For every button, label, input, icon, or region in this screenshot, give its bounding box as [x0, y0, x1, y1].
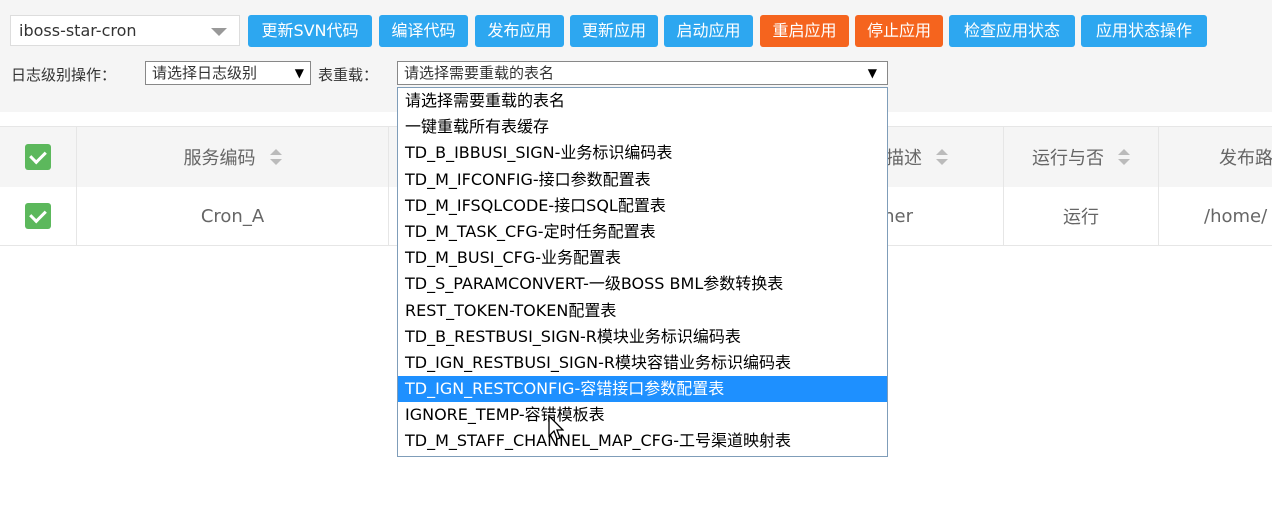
- dropdown-option[interactable]: TD_M_BUSI_CFG-业务配置表: [398, 245, 887, 271]
- dropdown-option-highlighted[interactable]: TD_IGN_RESTCONFIG-容错接口参数配置表: [398, 376, 887, 403]
- stop-app-button[interactable]: 停止应用: [855, 15, 943, 47]
- log-level-select-value: 请选择日志级别: [152, 64, 258, 82]
- dropdown-option[interactable]: 一键重载所有表缓存: [398, 114, 887, 140]
- dropdown-option[interactable]: REST_TOKEN-TOKEN配置表: [398, 298, 887, 324]
- select-all-checkbox[interactable]: [25, 144, 51, 170]
- dropdown-option[interactable]: IGNORE_TEMP-容错模板表: [398, 402, 887, 428]
- cell-running: 运行: [1004, 187, 1159, 245]
- reload-label: 表重载：: [318, 66, 379, 84]
- header-description-label: 描述: [886, 148, 922, 169]
- header-service-code-label: 服务编码: [183, 148, 256, 169]
- dropdown-arrow-icon: ▼: [867, 66, 877, 80]
- restart-app-button[interactable]: 重启应用: [760, 15, 849, 47]
- select-all-cell: [0, 127, 77, 187]
- cell-service-code: Cron_A: [77, 187, 389, 245]
- dropdown-option[interactable]: TD_B_IBBUSI_SIGN-业务标识编码表: [398, 140, 887, 166]
- header-service-code[interactable]: 服务编码: [77, 127, 389, 187]
- publish-app-button[interactable]: 发布应用: [475, 15, 564, 47]
- dropdown-option[interactable]: TD_S_PARAMCONVERT-一级BOSS BML参数转换表: [398, 271, 887, 297]
- header-running-label: 运行与否: [1032, 148, 1104, 169]
- dropdown-option[interactable]: TD_M_STAFF_CHANNEL_MAP_CFG-工号渠道映射表: [398, 428, 887, 454]
- app-select[interactable]: iboss-star-cron: [10, 15, 240, 46]
- compile-button[interactable]: 编译代码: [379, 15, 468, 47]
- dropdown-option[interactable]: TD_M_IFSQLCODE-接口SQL配置表: [398, 193, 887, 219]
- sort-icon[interactable]: [269, 149, 282, 165]
- header-publish-path-label: 发布路: [1219, 148, 1272, 169]
- log-level-select[interactable]: 请选择日志级别 ▼: [145, 61, 311, 85]
- header-running[interactable]: 运行与否: [1004, 127, 1159, 187]
- reload-table-select-value: 请选择需要重载的表名: [404, 64, 555, 82]
- app-select-value: iboss-star-cron: [19, 21, 137, 40]
- row-checkbox[interactable]: [25, 203, 51, 229]
- dropdown-option[interactable]: TD_B_RESTBUSI_SIGN-R模块业务标识编码表: [398, 324, 887, 350]
- row-checkbox-cell: [0, 187, 77, 245]
- dropdown-arrow-icon: ▼: [294, 66, 304, 80]
- reload-table-dropdown: 请选择需要重载的表名 一键重载所有表缓存 TD_B_IBBUSI_SIGN-业务…: [397, 87, 888, 457]
- dropdown-option[interactable]: TD_IGN_RESTBUSI_SIGN-R模块容错业务标识编码表: [398, 350, 887, 376]
- cell-publish-path: /home/: [1204, 205, 1268, 227]
- log-level-label: 日志级别操作：: [11, 66, 117, 84]
- start-app-button[interactable]: 启动应用: [664, 15, 753, 47]
- dropdown-option[interactable]: TD_M_TASK_CFG-定时任务配置表: [398, 219, 887, 245]
- header-publish-path[interactable]: 发布路: [1159, 127, 1272, 187]
- check-status-button[interactable]: 检查应用状态: [949, 15, 1075, 47]
- reload-table-select[interactable]: 请选择需要重载的表名 ▼: [397, 61, 888, 85]
- sort-icon[interactable]: [1118, 149, 1130, 165]
- chevron-down-icon: [211, 28, 227, 36]
- sort-icon[interactable]: [936, 149, 948, 165]
- update-svn-button[interactable]: 更新SVN代码: [248, 15, 372, 47]
- dropdown-option[interactable]: TD_M_IFCONFIG-接口参数配置表: [398, 167, 887, 193]
- update-app-button[interactable]: 更新应用: [570, 15, 658, 47]
- status-operation-button[interactable]: 应用状态操作: [1081, 15, 1207, 47]
- mouse-cursor-icon: [548, 415, 564, 440]
- dropdown-option[interactable]: 请选择需要重载的表名: [398, 88, 887, 114]
